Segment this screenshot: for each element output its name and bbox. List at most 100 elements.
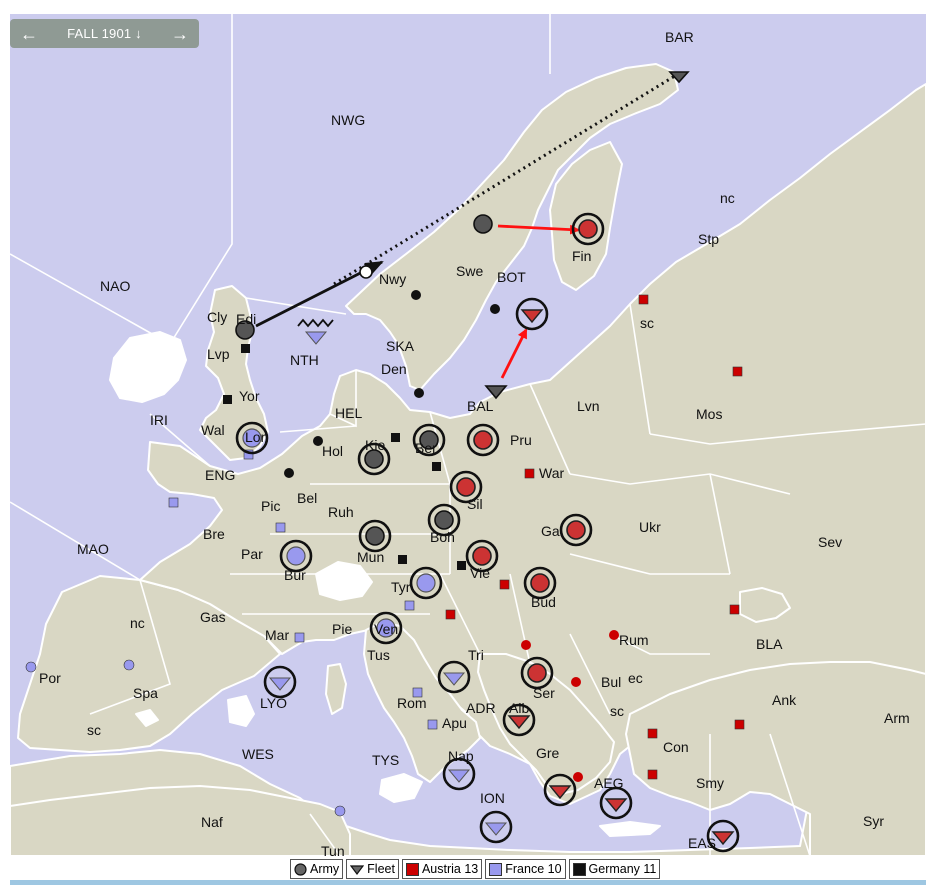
label-ION: ION [480,790,505,806]
arrow-left-icon[interactable]: ← [20,25,38,43]
label-Den: Den [381,361,407,377]
label-Syr: Syr [863,813,884,829]
sc-austria-ank [734,719,745,730]
unit-austria-fleet-bot[interactable] [515,297,549,331]
unit-france-fleet-ion[interactable] [479,810,513,844]
label-Boh: Boh [430,529,455,545]
label-Kie: Kie [365,437,385,453]
austria-swatch [405,862,419,876]
legend-germany-label: Germany 11 [588,862,657,876]
label-Mos: Mos [696,406,722,422]
label-Fin: Fin [572,248,591,264]
label-ADR: ADR [466,700,496,716]
arrow-right-icon[interactable]: → [171,25,189,43]
legend-germany: Germany 11 [568,859,661,879]
label-Ven: Ven [374,621,398,637]
label-Bur: Bur [284,567,306,583]
sc-austria-con [647,728,658,739]
sc-neutral-swe [490,304,500,314]
label-Rom: Rom [397,695,427,711]
label-Edi: Edi [236,311,256,327]
label-Cly: Cly [207,309,227,325]
label-sc-spa: sc [87,722,101,738]
legend-fleet: Fleet [346,859,399,879]
label-Wal: Wal [201,422,225,438]
label-Bud: Bud [531,594,556,610]
label-nc-stp: nc [720,190,735,206]
diplomacy-map[interactable]: NWG BAR NAO Cly Edi Lvp NTH Yor IRI Wal … [10,14,926,856]
label-Con: Con [663,739,689,755]
label-Lvn: Lvn [577,398,600,414]
label-Bel: Bel [297,490,317,506]
sc-neutral-rum [609,630,619,640]
label-Vie: Vie [470,565,490,581]
legend-army: Army [290,859,344,879]
label-nc-spa: nc [130,615,145,631]
label-TYS: TYS [372,752,399,768]
turn-navigation-bar: ← FALL 1901 ↓ → [10,19,199,48]
label-Alb: Alb [509,700,529,716]
label-Pic: Pic [261,498,280,514]
label-NWG: NWG [331,112,365,128]
legend-france: France 10 [485,859,566,879]
sc-germany-kie [391,433,400,442]
label-Ank: Ank [772,692,797,708]
sc-neutral-bul [571,677,581,687]
legend-austria-label: Austria 13 [421,862,479,876]
label-sc-bul: sc [610,703,624,719]
label-Sil: Sil [467,496,483,512]
label-HEL: HEL [335,405,362,421]
unit-germany-army-swe[interactable] [473,214,493,234]
sc-germany-ber [432,462,441,471]
sc-france-mar [294,632,305,643]
label-Lon: Lon [245,429,268,445]
label-Sev: Sev [818,534,842,550]
label-Arm: Arm [884,710,910,726]
label-Ukr: Ukr [639,519,661,535]
turn-label[interactable]: FALL 1901 ↓ [67,26,142,41]
unit-austria-fleet-aeg[interactable] [599,786,633,820]
sc-germany-mun [398,555,407,564]
label-Pie: Pie [332,621,352,637]
sc-austria-tri [445,609,456,620]
label-Tyr: Tyr [391,579,411,595]
bottom-panel-edge [10,880,926,885]
sc-neutral-tun [334,805,346,817]
convoy-dot [359,265,373,279]
label-ENG: ENG [205,467,235,483]
crete-land [599,821,661,837]
map-legend: Army Fleet Austria 13 France 10 Germany … [290,859,661,879]
sc-neutral-spa [123,659,135,671]
map-canvas[interactable]: NWG BAR NAO Cly Edi Lvp NTH Yor IRI Wal … [10,14,926,856]
sc-france-par [275,522,286,533]
label-Apu: Apu [442,715,467,731]
unit-france-fleet-nth[interactable] [297,318,334,345]
sardinia-land [227,695,255,727]
label-Nwy: Nwy [379,271,406,287]
label-BAR: BAR [665,29,694,45]
label-Nap: Nap [448,748,474,764]
unit-france-fleet-lyo[interactable] [263,665,297,699]
label-Hol: Hol [322,443,343,459]
germany-swatch [572,862,586,876]
label-Gre: Gre [536,745,560,761]
label-Bul: Bul [601,674,621,690]
arrow-down-icon: ↓ [135,26,142,41]
sc-france-ven [404,600,415,611]
label-BOT: BOT [497,269,526,285]
label-Mar: Mar [265,627,289,643]
sc-neutral-den [414,388,424,398]
label-Yor: Yor [239,388,260,404]
sc-germany-edi [241,344,250,353]
label-IRI: IRI [150,412,168,428]
label-ec-bul: ec [628,670,643,686]
sc-france-bre [168,497,179,508]
sc-neutral-nwy [411,290,421,300]
legend-austria: Austria 13 [401,859,483,879]
label-Rum: Rum [619,632,649,648]
label-Par: Par [241,546,263,562]
sc-neutral-gre [573,772,583,782]
label-Spa: Spa [133,685,158,701]
sc-austria-war [524,468,535,479]
label-Ruh: Ruh [328,504,354,520]
